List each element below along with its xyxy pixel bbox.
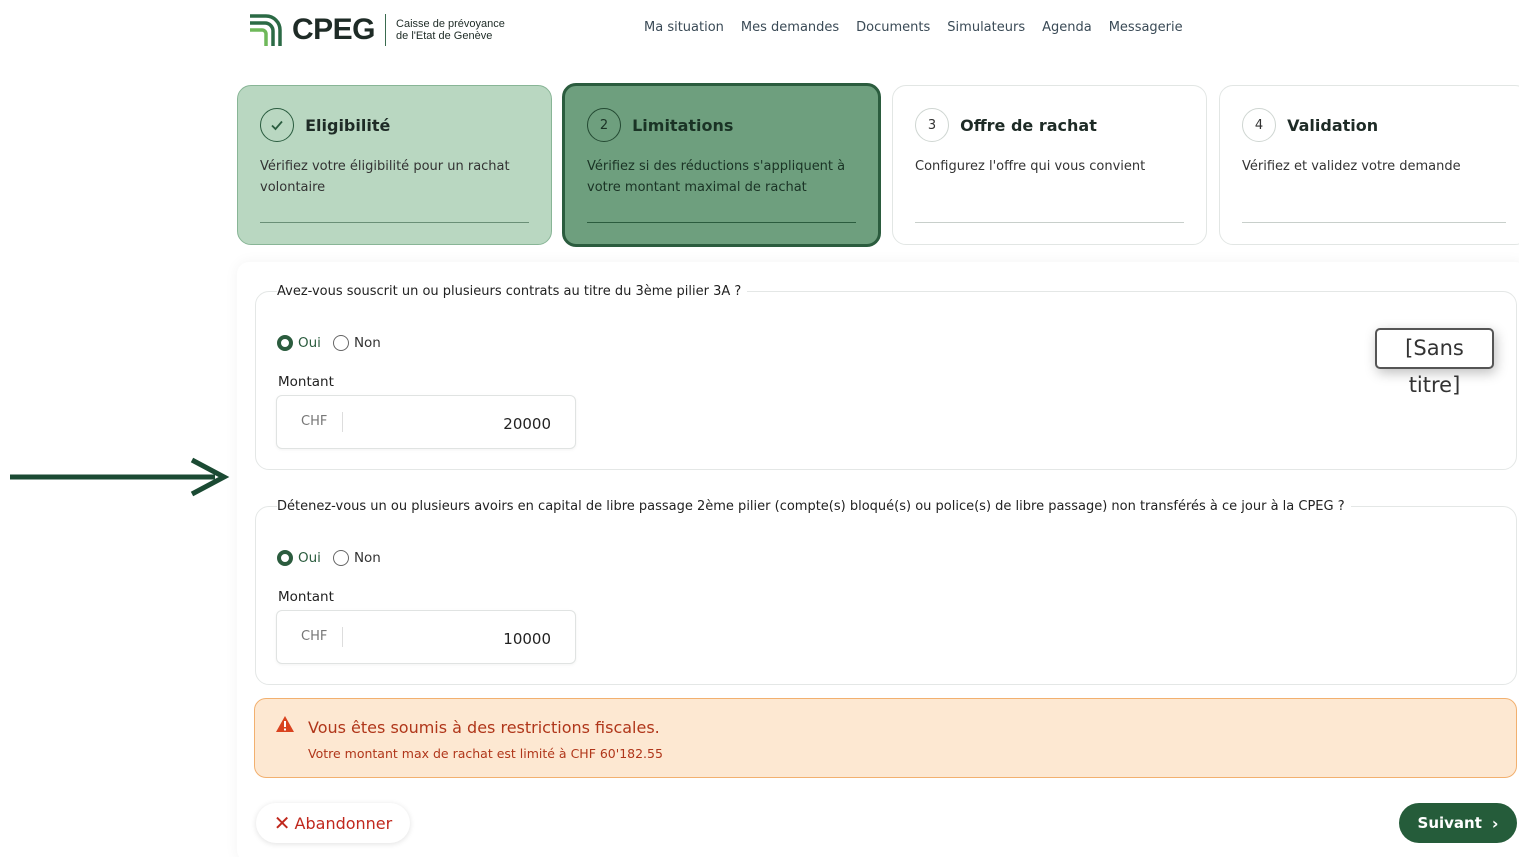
amount-input-libre-passage[interactable]: CHF 10000 xyxy=(276,610,576,664)
currency-prefix: CHF xyxy=(301,629,328,644)
tooltip-sans-titre: [Sans titre] xyxy=(1375,328,1494,397)
question-3a-legend: Avez-vous souscrit un ou plusieurs contr… xyxy=(277,284,748,299)
currency-prefix: CHF xyxy=(301,414,328,429)
check-icon xyxy=(260,108,294,142)
input-separator xyxy=(342,412,343,432)
step-number: 4 xyxy=(1242,108,1276,142)
step-title: Validation xyxy=(1287,115,1379,135)
logo-subtitle-line2: de l'Etat de Genève xyxy=(396,30,493,42)
question-libre-passage-radio-group: Oui Non xyxy=(277,550,393,566)
amount-value: 20000 xyxy=(503,415,551,433)
step-divider xyxy=(587,222,856,223)
suivant-button[interactable]: Suivant › xyxy=(1399,803,1517,843)
radio-oui-libre-passage[interactable] xyxy=(277,550,293,566)
close-icon: ✕ xyxy=(273,811,291,835)
step-description: Vérifiez et validez votre demande xyxy=(1242,159,1461,174)
montant-label: Montant xyxy=(278,589,334,605)
step-title: Eligibilité xyxy=(305,115,391,135)
radio-oui-label[interactable]: Oui xyxy=(298,335,321,351)
step-eligibilite[interactable]: Eligibilité Vérifiez votre éligibilité p… xyxy=(237,85,552,245)
radio-oui-3a[interactable] xyxy=(277,335,293,351)
step-title: Offre de rachat xyxy=(960,115,1097,135)
cpeg-logo[interactable]: CPEG Caisse de prévoyance de l'Etat de G… xyxy=(248,12,505,48)
main-nav: Ma situation Mes demandes Documents Simu… xyxy=(644,20,1183,35)
abandonner-label: Abandonner xyxy=(294,813,393,833)
step-description: Vérifiez votre éligibilité pour un racha… xyxy=(260,159,510,195)
fiscal-restriction-alert: Vous êtes soumis à des restrictions fisc… xyxy=(254,698,1517,778)
arrow-right-icon xyxy=(10,457,230,497)
alert-title: Vous êtes soumis à des restrictions fisc… xyxy=(308,718,660,737)
input-separator xyxy=(342,627,343,647)
nav-documents[interactable]: Documents xyxy=(856,20,930,35)
amount-value: 10000 xyxy=(503,630,551,648)
nav-simulateurs[interactable]: Simulateurs xyxy=(947,20,1025,35)
suivant-label: Suivant xyxy=(1417,814,1482,832)
amount-input-3a[interactable]: CHF 20000 xyxy=(276,395,576,449)
warning-icon xyxy=(276,716,294,732)
nav-ma-situation[interactable]: Ma situation xyxy=(644,20,724,35)
step-divider xyxy=(915,222,1184,223)
logo-subtitle: Caisse de prévoyance de l'Etat de Genève xyxy=(396,18,505,42)
logo-subtitle-line1: Caisse de prévoyance xyxy=(396,18,505,30)
step-number: 3 xyxy=(915,108,949,142)
step-description: Configurez l'offre qui vous convient xyxy=(915,159,1146,174)
step-validation[interactable]: 4 Validation Vérifiez et validez votre d… xyxy=(1219,85,1519,245)
nav-agenda[interactable]: Agenda xyxy=(1042,20,1092,35)
abandonner-button[interactable]: ✕ Abandonner xyxy=(256,803,410,843)
montant-label: Montant xyxy=(278,374,334,390)
logo-text: CPEG xyxy=(292,13,376,46)
step-limitations[interactable]: 2 Limitations Vérifiez si des réductions… xyxy=(562,83,881,247)
step-divider xyxy=(1242,222,1506,223)
nav-messagerie[interactable]: Messagerie xyxy=(1109,20,1183,35)
chevron-right-icon: › xyxy=(1491,813,1499,833)
question-libre-passage-legend: Détenez-vous un ou plusieurs avoirs en c… xyxy=(277,499,1351,514)
radio-oui-label[interactable]: Oui xyxy=(298,550,321,566)
question-3a-radio-group: Oui Non xyxy=(277,335,393,351)
logo-divider xyxy=(385,14,387,46)
radio-non-label[interactable]: Non xyxy=(354,335,381,351)
step-description: Vérifiez si des réductions s'appliquent … xyxy=(587,159,846,195)
radio-non-libre-passage[interactable] xyxy=(332,550,349,566)
step-divider xyxy=(260,222,529,223)
step-title: Limitations xyxy=(632,115,734,135)
cpeg-logo-icon xyxy=(250,14,282,46)
alert-text: Votre montant max de rachat est limité à… xyxy=(308,746,663,761)
step-offre-de-rachat[interactable]: 3 Offre de rachat Configurez l'offre qui… xyxy=(892,85,1207,245)
radio-non-3a[interactable] xyxy=(332,335,349,351)
radio-non-label[interactable]: Non xyxy=(354,550,381,566)
nav-mes-demandes[interactable]: Mes demandes xyxy=(741,20,839,35)
step-number: 2 xyxy=(587,108,621,142)
